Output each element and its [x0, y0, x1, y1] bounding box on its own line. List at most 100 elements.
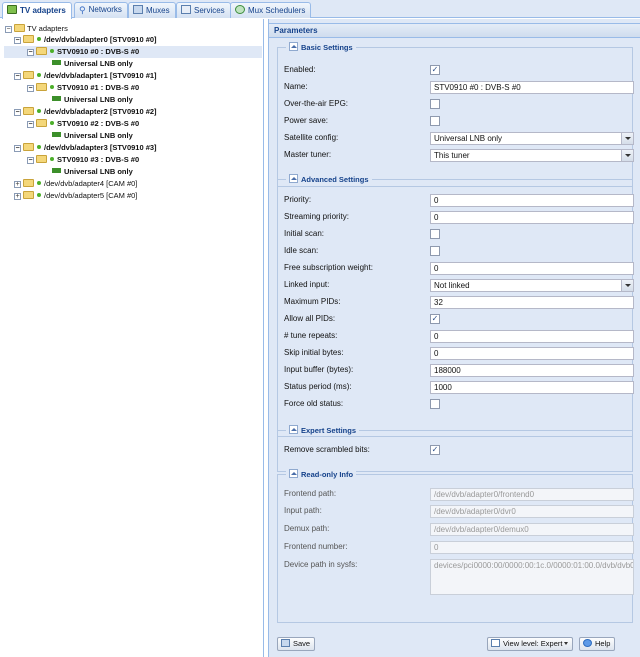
collapse-toggle-icon[interactable]: − — [14, 145, 21, 152]
satellite-config-select[interactable]: Universal LNB only — [430, 132, 634, 145]
name-field[interactable]: STV0910 #0 : DVB-S #0 — [430, 81, 634, 94]
force-old-status-checkbox[interactable] — [430, 399, 440, 409]
collapse-toggle-icon[interactable]: − — [27, 157, 34, 164]
collapse-icon[interactable] — [289, 469, 298, 478]
master-tuner-select[interactable]: This tuner — [430, 149, 634, 162]
tree-adapter-2[interactable]: −/dev/dvb/adapter2 [STV0910 #2] — [14, 106, 157, 118]
mux-icon — [133, 5, 143, 14]
help-button[interactable]: Help — [579, 637, 616, 651]
collapse-toggle-icon[interactable]: − — [27, 121, 34, 128]
advanced-settings-legend[interactable]: Advanced Settings — [286, 174, 372, 185]
folder-icon — [23, 71, 34, 79]
field-label: Linked input: — [284, 280, 330, 289]
tab-muxes[interactable]: Muxes — [128, 2, 176, 18]
frontend-path-field: /dev/dvb/adapter0/frontend0 — [430, 488, 634, 501]
epg-checkbox[interactable] — [430, 99, 440, 109]
demux-path-field: /dev/dvb/adapter0/demux0 — [430, 523, 634, 536]
frontend-number-field: 0 — [430, 541, 634, 554]
view-level-button[interactable]: View level: Expert — [487, 637, 574, 651]
collapse-icon[interactable] — [289, 425, 298, 434]
tree-adapter-3[interactable]: −/dev/dvb/adapter3 [STV0910 #3] — [14, 142, 157, 154]
adapter-tree: − TV adapters −/dev/dvb/adapter0 [STV0910… — [0, 19, 264, 657]
tab-services[interactable]: Services — [176, 2, 231, 18]
streaming-priority-field[interactable]: 0 — [430, 211, 634, 224]
remove-scrambled-checkbox[interactable]: ✓ — [430, 445, 440, 455]
expand-toggle-icon[interactable]: + — [14, 193, 21, 200]
tree-tuner-1[interactable]: − STV0910 #1 : DVB-S #0 — [27, 82, 139, 94]
tree-lnb-0[interactable]: Universal LNB only — [52, 58, 133, 70]
tree-lnb-3[interactable]: Universal LNB only — [52, 166, 133, 178]
field-label: Idle scan: — [284, 246, 319, 255]
view-icon — [491, 639, 500, 647]
readonly-info-legend[interactable]: Read-only Info — [286, 469, 357, 480]
basic-settings-legend[interactable]: Basic Settings — [286, 42, 356, 53]
skip-initial-bytes-field[interactable]: 0 — [430, 347, 634, 360]
field-label: Satellite config: — [284, 133, 339, 142]
collapse-toggle-icon[interactable]: − — [5, 26, 12, 33]
free-subscription-field[interactable]: 0 — [430, 262, 634, 275]
field-label: Frontend path: — [284, 489, 337, 498]
collapse-toggle-icon[interactable]: − — [14, 37, 21, 44]
status-period-field[interactable]: 1000 — [430, 381, 634, 394]
status-dot-icon — [37, 109, 41, 113]
status-dot-icon — [37, 193, 41, 197]
tree-adapter-5[interactable]: +/dev/dvb/adapter5 [CAM #0] — [14, 190, 137, 202]
collapse-toggle-icon[interactable]: − — [14, 109, 21, 116]
expert-settings-legend[interactable]: Expert Settings — [286, 425, 360, 436]
tree-adapter-1[interactable]: −/dev/dvb/adapter1 [STV0910 #1] — [14, 70, 157, 82]
status-dot-icon — [50, 85, 54, 89]
tree-lnb-2[interactable]: Universal LNB only — [52, 130, 133, 142]
status-dot-icon — [37, 181, 41, 185]
enabled-checkbox[interactable]: ✓ — [430, 65, 440, 75]
field-label: Master tuner: — [284, 150, 332, 159]
collapse-icon[interactable] — [289, 174, 298, 183]
expand-toggle-icon[interactable]: + — [14, 181, 21, 188]
collapse-toggle-icon[interactable]: − — [27, 85, 34, 92]
collapse-toggle-icon[interactable]: − — [27, 49, 34, 56]
basic-settings-fieldset: Basic Settings Enabled: ✓ Name: STV0910 … — [277, 42, 634, 187]
linked-input-select[interactable]: Not linked — [430, 279, 634, 292]
field-label: Allow all PIDs: — [284, 314, 336, 323]
status-dot-icon — [37, 37, 41, 41]
tree-tuner-0[interactable]: − STV0910 #0 : DVB-S #0 — [4, 46, 262, 58]
idle-scan-checkbox[interactable] — [430, 246, 440, 256]
field-label: Over-the-air EPG: — [284, 99, 349, 108]
status-dot-icon — [50, 121, 54, 125]
folder-icon — [23, 179, 34, 187]
priority-field[interactable]: 0 — [430, 194, 634, 207]
readonly-info-fieldset: Read-only Info Frontend path: /dev/dvb/a… — [277, 469, 634, 623]
lnb-icon — [52, 132, 61, 137]
collapse-icon[interactable] — [289, 42, 298, 51]
tree-adapter-4[interactable]: +/dev/dvb/adapter4 [CAM #0] — [14, 178, 137, 190]
field-label: Force old status: — [284, 399, 344, 408]
collapse-toggle-icon[interactable]: − — [14, 73, 21, 80]
chevron-down-icon[interactable] — [621, 150, 633, 161]
tree-tuner-3[interactable]: − STV0910 #3 : DVB-S #0 — [27, 154, 139, 166]
tab-mux-schedulers[interactable]: Mux Schedulers — [230, 2, 312, 18]
chevron-down-icon[interactable] — [621, 133, 633, 144]
tab-tv-adapters[interactable]: TV adapters — [2, 2, 72, 19]
folder-icon — [36, 83, 47, 91]
lnb-icon — [52, 168, 61, 173]
tree-lnb-1[interactable]: Universal LNB only — [52, 94, 133, 106]
tab-networks[interactable]: ⚲ Networks — [74, 2, 128, 18]
folder-icon — [23, 107, 34, 115]
status-dot-icon — [50, 157, 54, 161]
input-buffer-field[interactable]: 188000 — [430, 364, 634, 377]
tree-adapter-0[interactable]: −/dev/dvb/adapter0 [STV0910 #0] — [14, 34, 157, 46]
lnb-icon — [52, 96, 61, 101]
allow-all-pids-checkbox[interactable]: ✓ — [430, 314, 440, 324]
initial-scan-checkbox[interactable] — [430, 229, 440, 239]
tree-tuner-2[interactable]: − STV0910 #2 : DVB-S #0 — [27, 118, 139, 130]
power-save-checkbox[interactable] — [430, 116, 440, 126]
save-button[interactable]: Save — [277, 637, 316, 651]
field-label: Input path: — [284, 506, 322, 515]
field-label: Free subscription weight: — [284, 263, 373, 272]
field-label: # tune repeats: — [284, 331, 338, 340]
max-pids-field[interactable]: 32 — [430, 296, 634, 309]
tune-repeats-field[interactable]: 0 — [430, 330, 634, 343]
field-label: Status period (ms): — [284, 382, 352, 391]
field-label: Initial scan: — [284, 229, 325, 238]
chevron-down-icon[interactable] — [621, 280, 633, 291]
sysfs-path-field: devices/pci0000:00/0000:00:1c.0/0000:01:… — [430, 559, 634, 595]
